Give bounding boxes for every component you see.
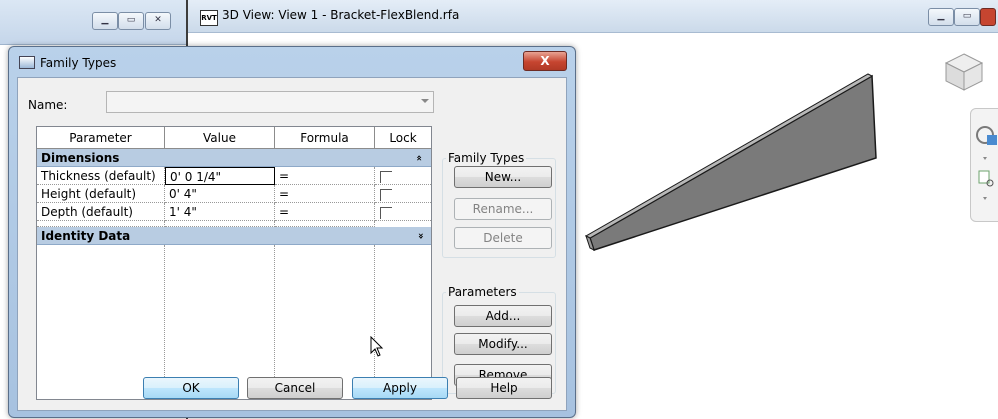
empty-column	[275, 245, 375, 399]
revit-file-icon: RVT	[200, 10, 218, 26]
view-window-title: 3D View: View 1 - Bracket-FlexBlend.rfa	[222, 8, 460, 22]
formula-input[interactable]: =	[275, 167, 375, 185]
ok-button[interactable]: OK	[143, 377, 239, 399]
lock-cell	[375, 185, 431, 203]
chevron-down-icon	[983, 157, 987, 160]
viewcube-icon[interactable]	[944, 52, 984, 92]
family-types-dialog: Family Types X Name: Parameter Value For…	[8, 46, 576, 418]
apply-button[interactable]: Apply	[352, 377, 448, 399]
formula-input[interactable]: =	[275, 185, 375, 203]
column-header-formula[interactable]: Formula	[275, 127, 375, 149]
rename-type-button[interactable]: Rename...	[454, 198, 552, 220]
lock-checkbox[interactable]	[380, 207, 392, 219]
chevron-down-icon	[983, 197, 987, 200]
param-name-cell: Height (default)	[37, 185, 165, 203]
close-icon[interactable]: ✕	[145, 12, 171, 30]
empty-column	[165, 245, 275, 399]
value-input[interactable]: 0' 0 1/4"	[165, 167, 275, 185]
minimize-icon[interactable]: ▁	[92, 12, 118, 30]
project-browser-titlebar: ▁ ▭ ✕	[0, 0, 186, 45]
help-button[interactable]: Help	[456, 377, 552, 399]
param-name-cell: Depth (default)	[37, 203, 165, 221]
view-window-titlebar: RVT 3D View: View 1 - Bracket-FlexBlend.…	[188, 0, 998, 33]
lock-checkbox[interactable]	[380, 171, 392, 183]
lock-checkbox[interactable]	[380, 189, 392, 201]
dialog-titlebar: Family Types	[19, 56, 116, 70]
value-input[interactable]: 0' 4"	[165, 185, 275, 203]
expand-icon[interactable]: »	[411, 233, 429, 239]
group-identity-data[interactable]: Identity Data »	[37, 227, 431, 245]
lock-cell	[375, 167, 431, 185]
empty-column	[37, 245, 165, 399]
navigation-bar	[970, 108, 998, 222]
cancel-button[interactable]: Cancel	[247, 377, 343, 399]
restore-icon[interactable]: ▭	[954, 8, 980, 26]
name-dropdown[interactable]	[106, 91, 434, 113]
column-header-parameter[interactable]: Parameter	[37, 127, 165, 149]
chevron-down-icon	[421, 99, 429, 103]
dialog-title: Family Types	[40, 56, 117, 70]
restore-icon[interactable]: ▭	[118, 12, 144, 30]
dialog-app-icon	[19, 56, 35, 69]
delete-type-button[interactable]: Delete	[454, 227, 552, 249]
value-input[interactable]: 1' 4"	[165, 203, 275, 221]
group-dimensions[interactable]: Dimensions »	[37, 149, 431, 167]
bracket-side-face	[589, 74, 877, 251]
column-header-lock[interactable]: Lock	[375, 127, 431, 149]
new-type-button[interactable]: New...	[454, 166, 552, 188]
collapse-icon[interactable]: »	[411, 155, 429, 161]
family-types-group-label: Family Types	[446, 151, 527, 165]
lock-cell	[375, 203, 431, 221]
group-label: Identity Data	[41, 229, 131, 243]
wheel-badge-icon	[987, 135, 997, 145]
parameters-grid: Parameter Value Formula Lock Dimensions …	[36, 126, 432, 400]
add-parameter-button[interactable]: Add...	[454, 305, 552, 327]
dialog-close-button[interactable]: X	[523, 51, 567, 71]
group-label: Dimensions	[41, 151, 120, 165]
formula-input[interactable]: =	[275, 203, 375, 221]
mouse-cursor-icon	[370, 336, 384, 357]
dialog-client-area: Name: Parameter Value Formula Lock Dimen…	[17, 77, 567, 411]
parameters-group-label: Parameters	[446, 285, 519, 299]
close-icon[interactable]	[980, 8, 996, 26]
column-header-value[interactable]: Value	[165, 127, 275, 149]
name-label: Name:	[28, 98, 68, 112]
param-name-cell: Thickness (default)	[37, 167, 165, 185]
minimize-icon[interactable]: ▁	[928, 8, 954, 26]
modify-parameter-button[interactable]: Modify...	[454, 333, 552, 355]
bracket-3d-model[interactable]	[580, 70, 880, 260]
